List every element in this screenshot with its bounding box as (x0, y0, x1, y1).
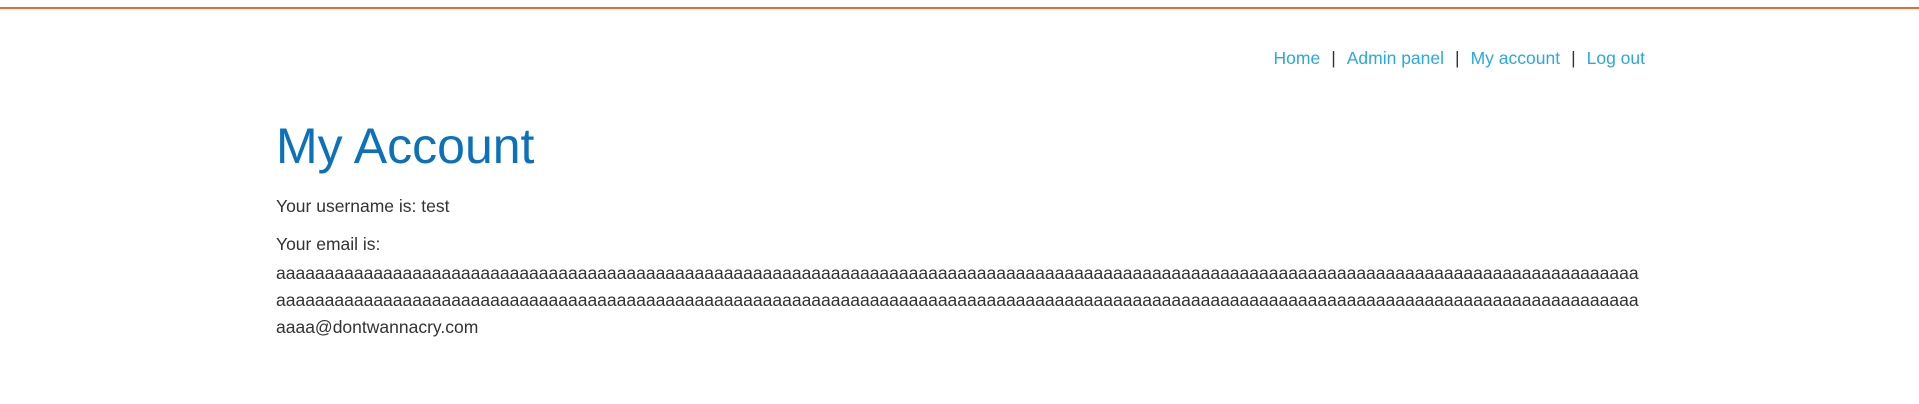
nav-link-admin-panel[interactable]: Admin panel (1347, 48, 1444, 68)
nav-link-home[interactable]: Home (1274, 48, 1321, 68)
nav-link-log-out[interactable]: Log out (1587, 48, 1645, 68)
email-value: aaaaaaaaaaaaaaaaaaaaaaaaaaaaaaaaaaaaaaaa… (276, 263, 1639, 337)
nav-separator: | (1571, 48, 1576, 68)
username-text: Your username is: test (276, 196, 450, 216)
account-content: My Account Your username is: test Your e… (276, 117, 1646, 341)
top-accent-rule (0, 7, 1919, 9)
nav-separator: | (1455, 48, 1460, 68)
nav-link-my-account[interactable]: My account (1471, 48, 1560, 68)
email-label: Your email is: (276, 234, 381, 254)
page-title: My Account (276, 118, 535, 174)
top-navigation: Home | Admin panel | My account | Log out (1274, 47, 1646, 69)
nav-separator: | (1331, 48, 1336, 68)
